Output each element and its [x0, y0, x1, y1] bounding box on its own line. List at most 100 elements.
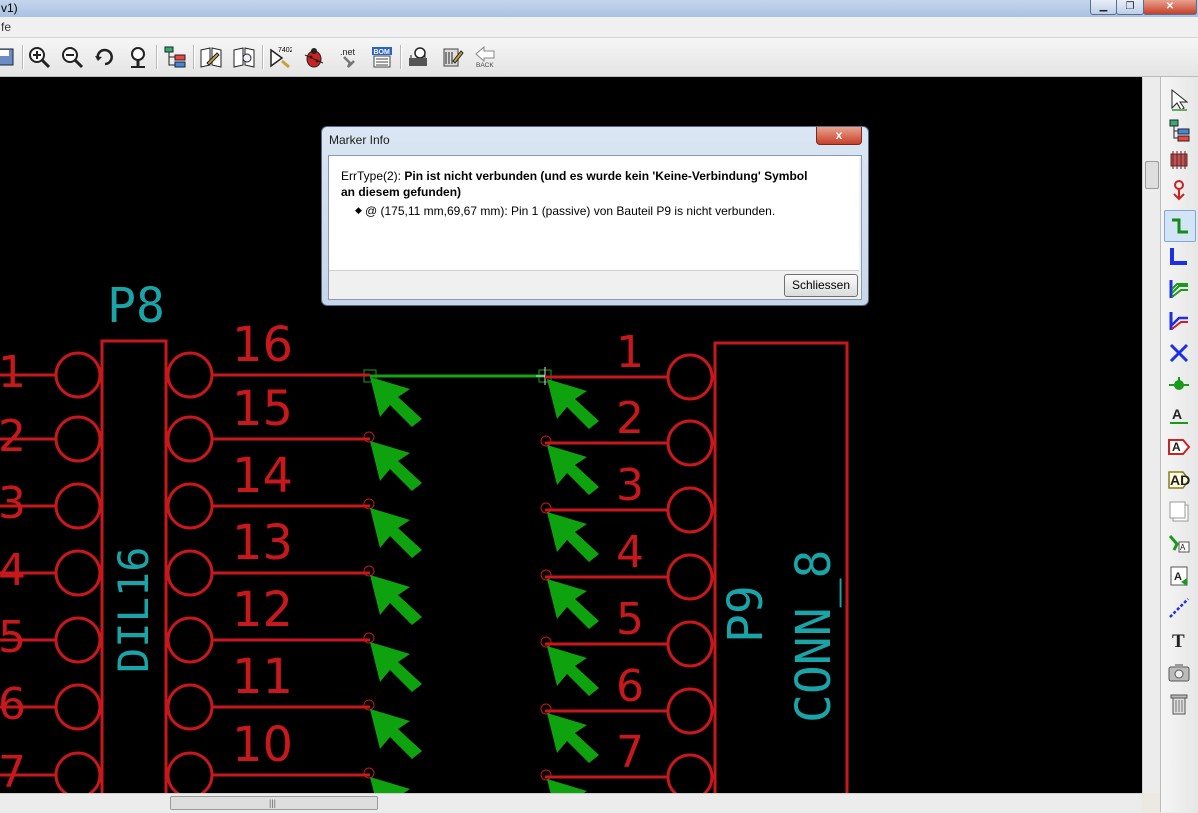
right-toolbar: A A AD A A T	[1160, 77, 1198, 812]
p8-left-pin-number: 2	[0, 411, 26, 462]
netlist-icon[interactable]: .net	[335, 44, 361, 70]
p8-left-pin-circle	[54, 751, 102, 793]
p9-pin-number: 1	[616, 327, 644, 378]
svg-text:7402: 7402	[278, 47, 292, 54]
zoom-fit-icon[interactable]	[125, 44, 151, 70]
p9-pin-number: 3	[616, 460, 644, 511]
place-component-icon[interactable]	[1164, 145, 1194, 175]
error-detail: @ (175,11 mm,69,67 mm): Pin 1 (passive) …	[365, 204, 776, 218]
p8-right-pin-circle	[166, 482, 214, 530]
redraw-icon[interactable]	[92, 44, 118, 70]
p9-erc-marker	[547, 512, 599, 562]
p9-pin-circle	[666, 486, 714, 534]
text-icon[interactable]: T	[1164, 625, 1194, 655]
vertical-scroll-thumb[interactable]	[1145, 161, 1159, 189]
p8-left-pin-number: 7	[0, 747, 26, 793]
junction-icon[interactable]	[1164, 370, 1194, 400]
hierarchy-navigator-icon[interactable]	[1164, 115, 1194, 145]
p8-right-pin-circle	[166, 751, 214, 793]
minimize-button[interactable]: ▁	[1090, 0, 1117, 15]
delete-icon[interactable]	[1164, 689, 1194, 719]
annotate-icon[interactable]: 7402	[267, 44, 293, 70]
p9-erc-marker	[547, 646, 599, 696]
p8-right-pin-number: 10	[232, 717, 293, 773]
bus-bus-entry-icon[interactable]	[1164, 306, 1194, 336]
maximize-button[interactable]: ❐	[1116, 0, 1144, 15]
hierarchical-sheet-icon[interactable]	[1164, 497, 1194, 527]
svg-text:A: A	[1180, 543, 1186, 552]
sheet-pin-icon[interactable]: A	[1164, 561, 1194, 591]
p8-erc-marker	[370, 508, 422, 558]
error-message: Pin ist nicht verbunden (und es wurde ke…	[341, 169, 808, 199]
back-icon[interactable]: BACK	[473, 44, 499, 70]
hierarchical-label-icon[interactable]: AD	[1164, 465, 1194, 495]
marker-info-dialog: Marker Info x ErrType(2): Pin ist nicht …	[321, 126, 869, 306]
menu-help[interactable]: fe	[1, 20, 11, 34]
svg-text:A: A	[1172, 406, 1182, 422]
p8-right-pin-circle	[166, 351, 214, 399]
p8-right-pin-circle	[166, 415, 214, 463]
p9-pin-circle	[666, 687, 714, 735]
save-icon[interactable]	[0, 44, 18, 70]
horizontal-scrollbar[interactable]: |||	[0, 793, 1142, 813]
p8-erc-marker	[370, 441, 422, 491]
p9-reference: P9	[718, 585, 774, 643]
p9-pin-circle	[666, 353, 714, 401]
p8-left-pin-number: 1	[0, 347, 26, 398]
window-close-button[interactable]: ✕	[1143, 0, 1197, 15]
p8-left-pin-circle	[54, 415, 102, 463]
wire-bus-entry-icon[interactable]	[1164, 274, 1194, 304]
p8-right-pin-circle	[166, 549, 214, 597]
horizontal-scroll-thumb[interactable]: |||	[170, 796, 378, 810]
p9-pin-circle	[666, 753, 714, 793]
p9-pin-number: 7	[616, 727, 644, 778]
p8-value: DIL16	[109, 547, 158, 673]
p8-left-pin-number: 4	[0, 545, 26, 596]
p9-pin-number: 4	[616, 527, 644, 578]
p8-left-pin-number: 5	[0, 612, 26, 663]
no-connect-icon[interactable]	[1164, 338, 1194, 368]
graphic-line-icon[interactable]	[1164, 593, 1194, 623]
p8-erc-marker	[370, 377, 422, 427]
schliessen-button[interactable]: Schliessen	[784, 274, 858, 297]
vertical-scrollbar[interactable]	[1142, 77, 1160, 793]
svg-text:T: T	[1172, 631, 1185, 652]
dialog-title: Marker Info	[329, 133, 390, 147]
p9-pin-number: 2	[616, 393, 644, 444]
p8-right-pin-circle	[166, 616, 214, 664]
global-label-icon[interactable]: A	[1164, 432, 1194, 462]
p9-erc-marker	[547, 579, 599, 629]
error-type-line: ErrType(2): Pin ist nicht verbunden (und…	[341, 168, 821, 200]
image-icon[interactable]	[1164, 657, 1194, 687]
bom-icon[interactable]: BOM	[369, 44, 395, 70]
erc-icon[interactable]	[301, 44, 327, 70]
place-power-icon[interactable]	[1164, 175, 1194, 205]
hierarchy-icon[interactable]	[162, 44, 188, 70]
title-bar: v1) ▁ ❐ ✕	[0, 0, 1198, 17]
dialog-body: ErrType(2): Pin ist nicht verbunden (und…	[328, 155, 862, 300]
net-label-icon[interactable]: A	[1164, 400, 1194, 430]
p8-left-pin-circle	[54, 482, 102, 530]
p8-right-pin-number: 11	[232, 649, 293, 705]
wire-icon[interactable]	[1164, 210, 1196, 242]
import-sheet-pin-icon[interactable]: A	[1164, 529, 1194, 559]
select-icon[interactable]	[1164, 85, 1194, 115]
pcbnew-icon[interactable]	[440, 44, 466, 70]
p8-left-pin-circle	[54, 616, 102, 664]
main-toolbar: 7402 .net BOM BACK	[0, 38, 1198, 77]
p8-left-pin-circle	[54, 683, 102, 731]
zoom-out-icon[interactable]	[59, 44, 85, 70]
window-title: v1)	[1, 1, 18, 15]
p9-pin-circle	[666, 553, 714, 601]
p8-left-pin-number: 6	[0, 679, 26, 730]
svg-text:.net: .net	[340, 47, 356, 57]
p8-right-pin-number: 14	[232, 448, 293, 504]
dialog-close-button[interactable]: x	[816, 127, 862, 145]
zoom-in-icon[interactable]	[26, 44, 52, 70]
bus-icon[interactable]	[1164, 242, 1194, 272]
p9-pin-circle	[666, 620, 714, 668]
library-editor-icon[interactable]	[198, 44, 224, 70]
p8-right-pin-number: 12	[232, 582, 293, 638]
cvpcb-icon[interactable]	[405, 44, 431, 70]
library-browser-icon[interactable]	[231, 44, 257, 70]
